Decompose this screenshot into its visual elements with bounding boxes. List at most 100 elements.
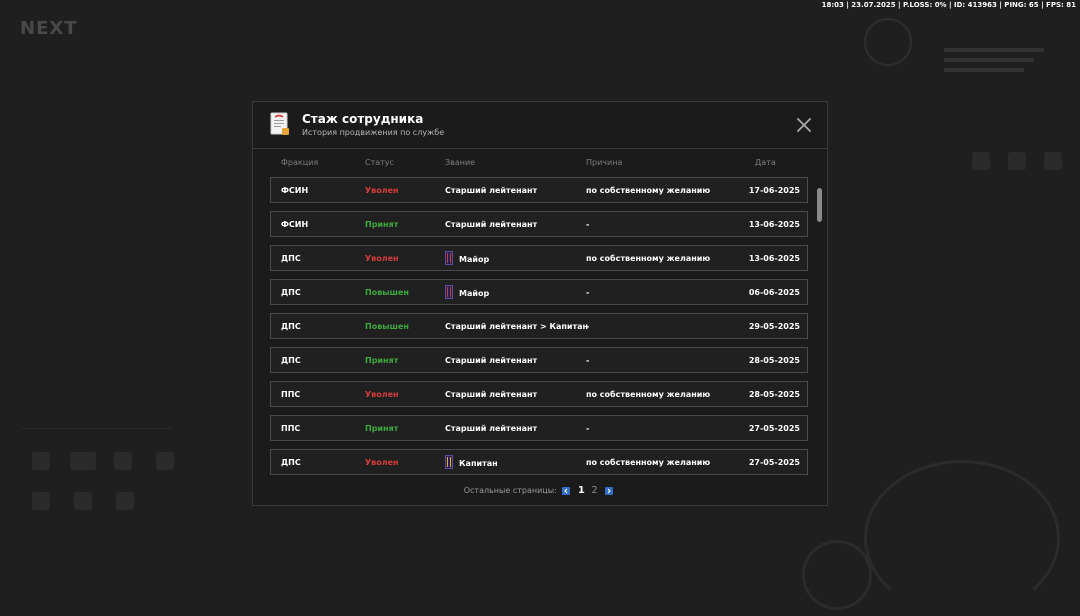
row-rank: Майор	[445, 285, 489, 299]
row-reason-text: по собственному желанию	[586, 458, 711, 467]
employee-service-modal: Стаж сотрудника История продвижения по с…	[252, 101, 828, 506]
row-status: Принят	[365, 220, 398, 230]
major-shoulder-strap-icon	[445, 251, 453, 265]
row-reason: -	[586, 220, 589, 230]
row-faction-text: ППС	[281, 390, 301, 399]
row-reason: -	[586, 288, 589, 298]
scrollbar-thumb[interactable]	[817, 188, 822, 222]
row-reason-text: по собственному желанию	[586, 254, 711, 263]
status-bar: 18:03 | 23.07.2025 | P.LOSS: 0% | ID: 41…	[821, 1, 1076, 9]
close-icon[interactable]	[795, 116, 813, 134]
next-page-button[interactable]	[605, 486, 614, 495]
row-faction: ДПС	[281, 322, 301, 332]
row-status-text: Уволен	[365, 254, 399, 263]
prev-page-button[interactable]	[562, 486, 571, 495]
chevron-right-icon	[607, 488, 612, 493]
row-rank: Старший лейтенант	[445, 356, 537, 366]
row-reason: по собственному желанию	[586, 458, 710, 468]
column-header-rank: Звание	[445, 158, 476, 167]
row-rank: Старший лейтенант	[445, 424, 537, 434]
history-row: ДПС Повышен Майор - 06-06-2025	[270, 279, 808, 305]
row-reason: -	[586, 424, 589, 434]
row-date: 28-05-2025	[749, 390, 800, 400]
service-history-list: ФСИН Уволен Старший лейтенант по собственно…	[270, 177, 810, 477]
background-hud-panel	[864, 18, 1060, 94]
row-rank-text: Капитан	[459, 459, 498, 468]
background-square	[70, 452, 96, 470]
row-faction-text: ДПС	[281, 356, 301, 365]
row-rank-text: Старший лейтенант	[445, 390, 538, 399]
background-square	[972, 152, 990, 170]
row-faction-text: ДПС	[281, 254, 301, 263]
history-row: ДПС Повышен Старший лейтенант > Капитан - 29…	[270, 313, 808, 339]
row-date-text: 27-05-2025	[748, 424, 800, 433]
row-status: Уволен	[365, 186, 399, 196]
row-faction: ДПС	[281, 288, 301, 298]
row-faction: ДПС	[281, 458, 301, 468]
row-status-text: Повышен	[365, 322, 409, 331]
row-rank-text: Старший лейтенант > Капитан	[445, 322, 589, 331]
background-divider	[22, 428, 172, 429]
row-rank: Майор	[445, 251, 489, 265]
row-reason: -	[586, 322, 589, 332]
background-square	[32, 452, 50, 470]
background-level-circle	[864, 18, 912, 66]
row-rank-text: Старший лейтенант	[445, 220, 538, 229]
column-header-date: Дата	[755, 158, 776, 167]
column-header-status: Статус	[365, 158, 394, 167]
row-rank: Старший лейтенант	[445, 220, 537, 230]
row-status-text: Уволен	[365, 458, 399, 467]
row-faction: ДПС	[281, 356, 301, 366]
row-status-text: Принят	[365, 220, 399, 229]
row-faction-text: ФСИН	[281, 186, 309, 195]
row-date: 27-05-2025	[749, 458, 800, 468]
row-faction: ДПС	[281, 254, 301, 264]
row-date: 17-06-2025	[749, 186, 800, 196]
row-reason-text: по собственному желанию	[586, 186, 711, 195]
row-status-text: Принят	[365, 356, 399, 365]
row-date: 06-06-2025	[749, 288, 800, 298]
row-date: 13-06-2025	[749, 220, 800, 230]
row-status: Принят	[365, 424, 398, 434]
row-reason-text: по собственному желанию	[586, 390, 711, 399]
pagination: Остальные страницы: 1 2	[253, 485, 827, 496]
background-square	[1008, 152, 1026, 170]
row-rank: Старший лейтенант > Капитан	[445, 322, 588, 332]
row-status: Уволен	[365, 254, 399, 264]
background-square	[114, 452, 132, 470]
history-row: ДПС Принят Старший лейтенант - 28-05-2025	[270, 347, 808, 373]
background-square	[32, 492, 50, 510]
document-icon	[270, 112, 289, 135]
row-date: 29-05-2025	[749, 322, 800, 332]
background-bar	[944, 68, 1024, 72]
row-faction: ФСИН	[281, 186, 308, 196]
background-gauge	[802, 540, 872, 610]
row-reason-text: -	[586, 322, 590, 331]
row-date-text: 13-06-2025	[748, 220, 800, 229]
history-row: ФСИН Принят Старший лейтенант - 13-06-2025	[270, 211, 808, 237]
modal-title: Стаж сотрудника	[302, 112, 424, 126]
row-faction-text: ФСИН	[281, 220, 309, 229]
row-rank-text: Старший лейтенант	[445, 356, 538, 365]
row-reason-text: -	[586, 424, 590, 433]
page-number-current[interactable]: 1	[578, 485, 585, 496]
row-date-text: 28-05-2025	[748, 390, 800, 399]
row-rank: Старший лейтенант	[445, 186, 537, 196]
row-date-text: 27-05-2025	[748, 458, 800, 467]
column-headers: Фракция Статус Звание Причина Дата	[270, 158, 810, 170]
row-rank-text: Старший лейтенант	[445, 186, 538, 195]
pagination-label: Остальные страницы:	[463, 486, 557, 495]
row-status: Повышен	[365, 288, 409, 298]
row-status: Уволен	[365, 390, 399, 400]
background-square	[74, 492, 92, 510]
chevron-left-icon	[564, 488, 568, 493]
page-number[interactable]: 2	[591, 485, 597, 496]
background-speedometer	[864, 460, 1060, 616]
modal-subtitle: История продвижения по службе	[302, 128, 445, 137]
row-date: 28-05-2025	[749, 356, 800, 366]
history-row: ППС Уволен Старший лейтенант по собственном…	[270, 381, 808, 407]
background-bar	[944, 58, 1034, 62]
row-rank: Старший лейтенант	[445, 390, 537, 400]
row-faction: ППС	[281, 424, 300, 434]
row-date-text: 29-05-2025	[748, 322, 800, 331]
